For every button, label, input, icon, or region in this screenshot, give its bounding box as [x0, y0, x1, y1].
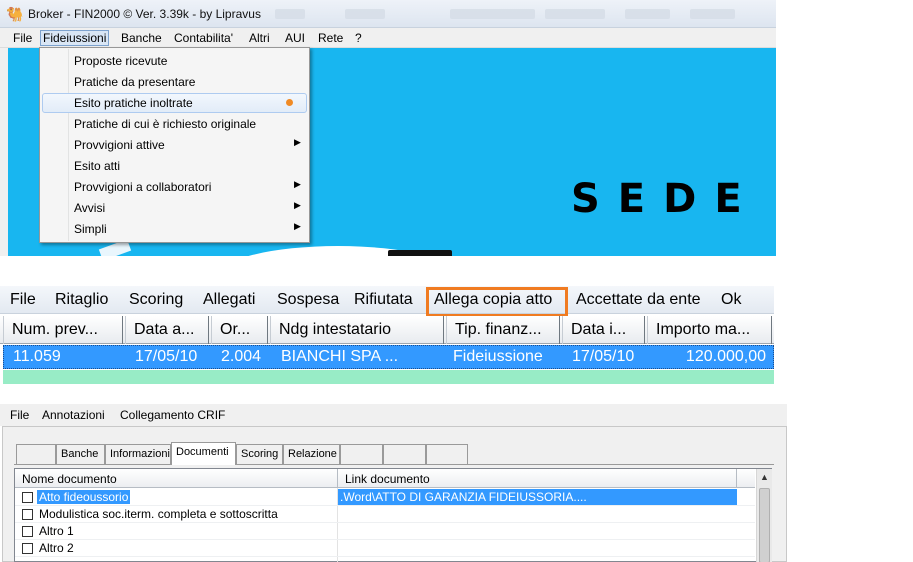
tab-banche[interactable]: Banche [56, 444, 105, 464]
documents-menubar: File Annotazioni Collegamento CRIF [0, 404, 787, 426]
menu-item-proposte-ricevute[interactable]: Proposte ricevute [42, 51, 307, 71]
menu-item-provvigioni-collaboratori[interactable]: Provvigioni a collaboratori ▶ [42, 177, 307, 197]
camel-icon: 🐫 [6, 6, 24, 22]
menu-file[interactable]: File [10, 408, 29, 422]
col-header-ora[interactable]: Or... [211, 316, 268, 344]
menu-item-pratiche-da-presentare[interactable]: Pratiche da presentare [42, 72, 307, 92]
window-title: Broker - FIN2000 © Ver. 3.39k - by Lipra… [28, 7, 261, 21]
grid-header: Num. prev... Data a... Or... Ndg intesta… [0, 316, 774, 344]
highlight-box [426, 287, 568, 317]
col-header-data-i[interactable]: Data i... [562, 316, 645, 344]
document-link[interactable]: .Word\ATTO DI GARANZIA FIDEIUSSORIA.... [338, 489, 737, 505]
row-checkbox[interactable] [22, 526, 33, 537]
table-row[interactable]: Altro 2 [15, 540, 755, 557]
scroll-thumb[interactable] [759, 488, 770, 562]
toolbar-ok[interactable]: Ok [721, 291, 741, 309]
submenu-arrow-icon: ▶ [294, 221, 301, 231]
title-bar: 🐫 Broker - FIN2000 © Ver. 3.39k - by Lip… [0, 0, 776, 28]
table-row[interactable]: Altro 1 [15, 523, 755, 540]
col-header-link-documento[interactable]: Link documento [338, 469, 737, 488]
scroll-up-icon[interactable]: ▲ [757, 469, 772, 486]
document-name: Altro 2 [39, 541, 74, 555]
col-header-tip-finanz[interactable]: Tip. finanz... [446, 316, 560, 344]
cell-ora: 2.004 [221, 348, 262, 365]
cell-importo: 120.000,00 [685, 348, 766, 365]
document-name: Altro 1 [39, 524, 74, 538]
orange-dot-marker [286, 99, 293, 106]
documents-table-header: Nome documento Link documento [15, 469, 755, 488]
documents-window: File Annotazioni Collegamento CRIF Banch… [0, 404, 787, 562]
col-header-data-a[interactable]: Data a... [125, 316, 209, 344]
documents-table: Nome documento Link documento Atto fideo… [14, 468, 772, 562]
col-header-num-prev[interactable]: Num. prev... [3, 316, 123, 344]
vertical-scrollbar[interactable]: ▲ [756, 469, 772, 562]
menu-altri[interactable]: Altri [246, 30, 273, 46]
menu-item-provvigioni-attive[interactable]: Provvigioni attive ▶ [42, 135, 307, 155]
row-checkbox[interactable] [22, 509, 33, 520]
grid-toolbar: File Ritaglio Scoring Allegati Sospesa R… [0, 286, 774, 314]
tab-blank-2[interactable] [340, 444, 383, 464]
menu-contabilita[interactable]: Contabilita' [171, 30, 236, 46]
menu-fideiussioni[interactable]: Fideiussioni [40, 30, 110, 46]
menu-item-avvisi[interactable]: Avvisi ▶ [42, 198, 307, 218]
table-row[interactable]: Atto fideoussorio .Word\ATTO DI GARANZIA… [15, 489, 755, 506]
menu-file[interactable]: File [10, 30, 35, 46]
cell-num-prev: 11.059 [13, 348, 61, 365]
fideiussioni-dropdown-menu: Proposte ricevute Pratiche da presentare… [39, 47, 310, 243]
document-link[interactable] [338, 540, 737, 556]
menu-aui[interactable]: AUI [282, 30, 308, 46]
cell-tip-finanz: Fideiussione [453, 348, 543, 365]
menu-item-esito-pratiche-inoltrate[interactable]: Esito pratiche inoltrate [42, 93, 307, 113]
menu-help[interactable]: ? [352, 30, 365, 46]
toolbar-sospesa[interactable]: Sospesa [277, 291, 339, 309]
tab-relazione[interactable]: Relazione [283, 444, 340, 464]
document-link[interactable] [338, 523, 737, 539]
cell-ndg-intestatario: BIANCHI SPA ... [281, 348, 399, 365]
row-checkbox[interactable] [22, 543, 33, 554]
tab-scoring[interactable]: Scoring [236, 444, 283, 464]
col-header-importo[interactable]: Importo ma... [647, 316, 772, 344]
tab-informazioni[interactable]: Informazioni [105, 444, 171, 464]
menu-collegamento-crif[interactable]: Collegamento CRIF [120, 408, 225, 422]
submenu-arrow-icon: ▶ [294, 137, 301, 147]
document-name: Atto fideoussorio [37, 490, 131, 504]
tab-blank-3[interactable] [383, 444, 426, 464]
toolbar-allegati[interactable]: Allegati [203, 291, 255, 309]
main-window: 🐫 Broker - FIN2000 © Ver. 3.39k - by Lip… [0, 0, 776, 256]
toolbar-accettate-da-ente[interactable]: Accettate da ente [576, 291, 701, 309]
menu-item-pratiche-originale[interactable]: Pratiche di cui è richiesto originale [42, 114, 307, 134]
submenu-arrow-icon: ▶ [294, 179, 301, 189]
toolbar-file[interactable]: File [10, 291, 36, 309]
toolbar-rifiutata[interactable]: Rifiutata [354, 291, 413, 309]
cell-data-a: 17/05/10 [135, 348, 198, 365]
tab-blank-4[interactable] [426, 444, 468, 464]
submenu-arrow-icon: ▶ [294, 200, 301, 210]
toolbar-ritaglio[interactable]: Ritaglio [55, 291, 108, 309]
empty-row-area [3, 370, 774, 384]
background-logo-text: SEDE [571, 176, 760, 222]
cell-data-i: 17/05/10 [572, 348, 635, 365]
main-menubar: File Fideiussioni Banche Contabilita' Al… [0, 28, 776, 48]
row-checkbox[interactable] [22, 492, 33, 503]
table-row[interactable]: 11.059 17/05/10 2.004 BIANCHI SPA ... Fi… [3, 345, 774, 369]
menu-item-esito-atti[interactable]: Esito atti [42, 156, 307, 176]
menu-annotazioni[interactable]: Annotazioni [42, 408, 105, 422]
menu-banche[interactable]: Banche [118, 30, 165, 46]
menu-rete[interactable]: Rete [315, 30, 346, 46]
col-header-nome-documento[interactable]: Nome documento [15, 469, 338, 488]
col-header-ndg-intestatario[interactable]: Ndg intestatario [270, 316, 444, 344]
document-name: Modulistica soc.iterm. completa e sottos… [39, 507, 278, 521]
toolbar-scoring[interactable]: Scoring [129, 291, 183, 309]
menu-item-simpli[interactable]: Simpli ▶ [42, 219, 307, 239]
tab-blank-1[interactable] [16, 444, 56, 464]
pratiche-grid-window: File Ritaglio Scoring Allegati Sospesa R… [0, 286, 774, 384]
document-link[interactable] [338, 506, 737, 522]
table-row[interactable]: Modulistica soc.iterm. completa e sottos… [15, 506, 755, 523]
tab-documenti[interactable]: Documenti [171, 442, 236, 465]
